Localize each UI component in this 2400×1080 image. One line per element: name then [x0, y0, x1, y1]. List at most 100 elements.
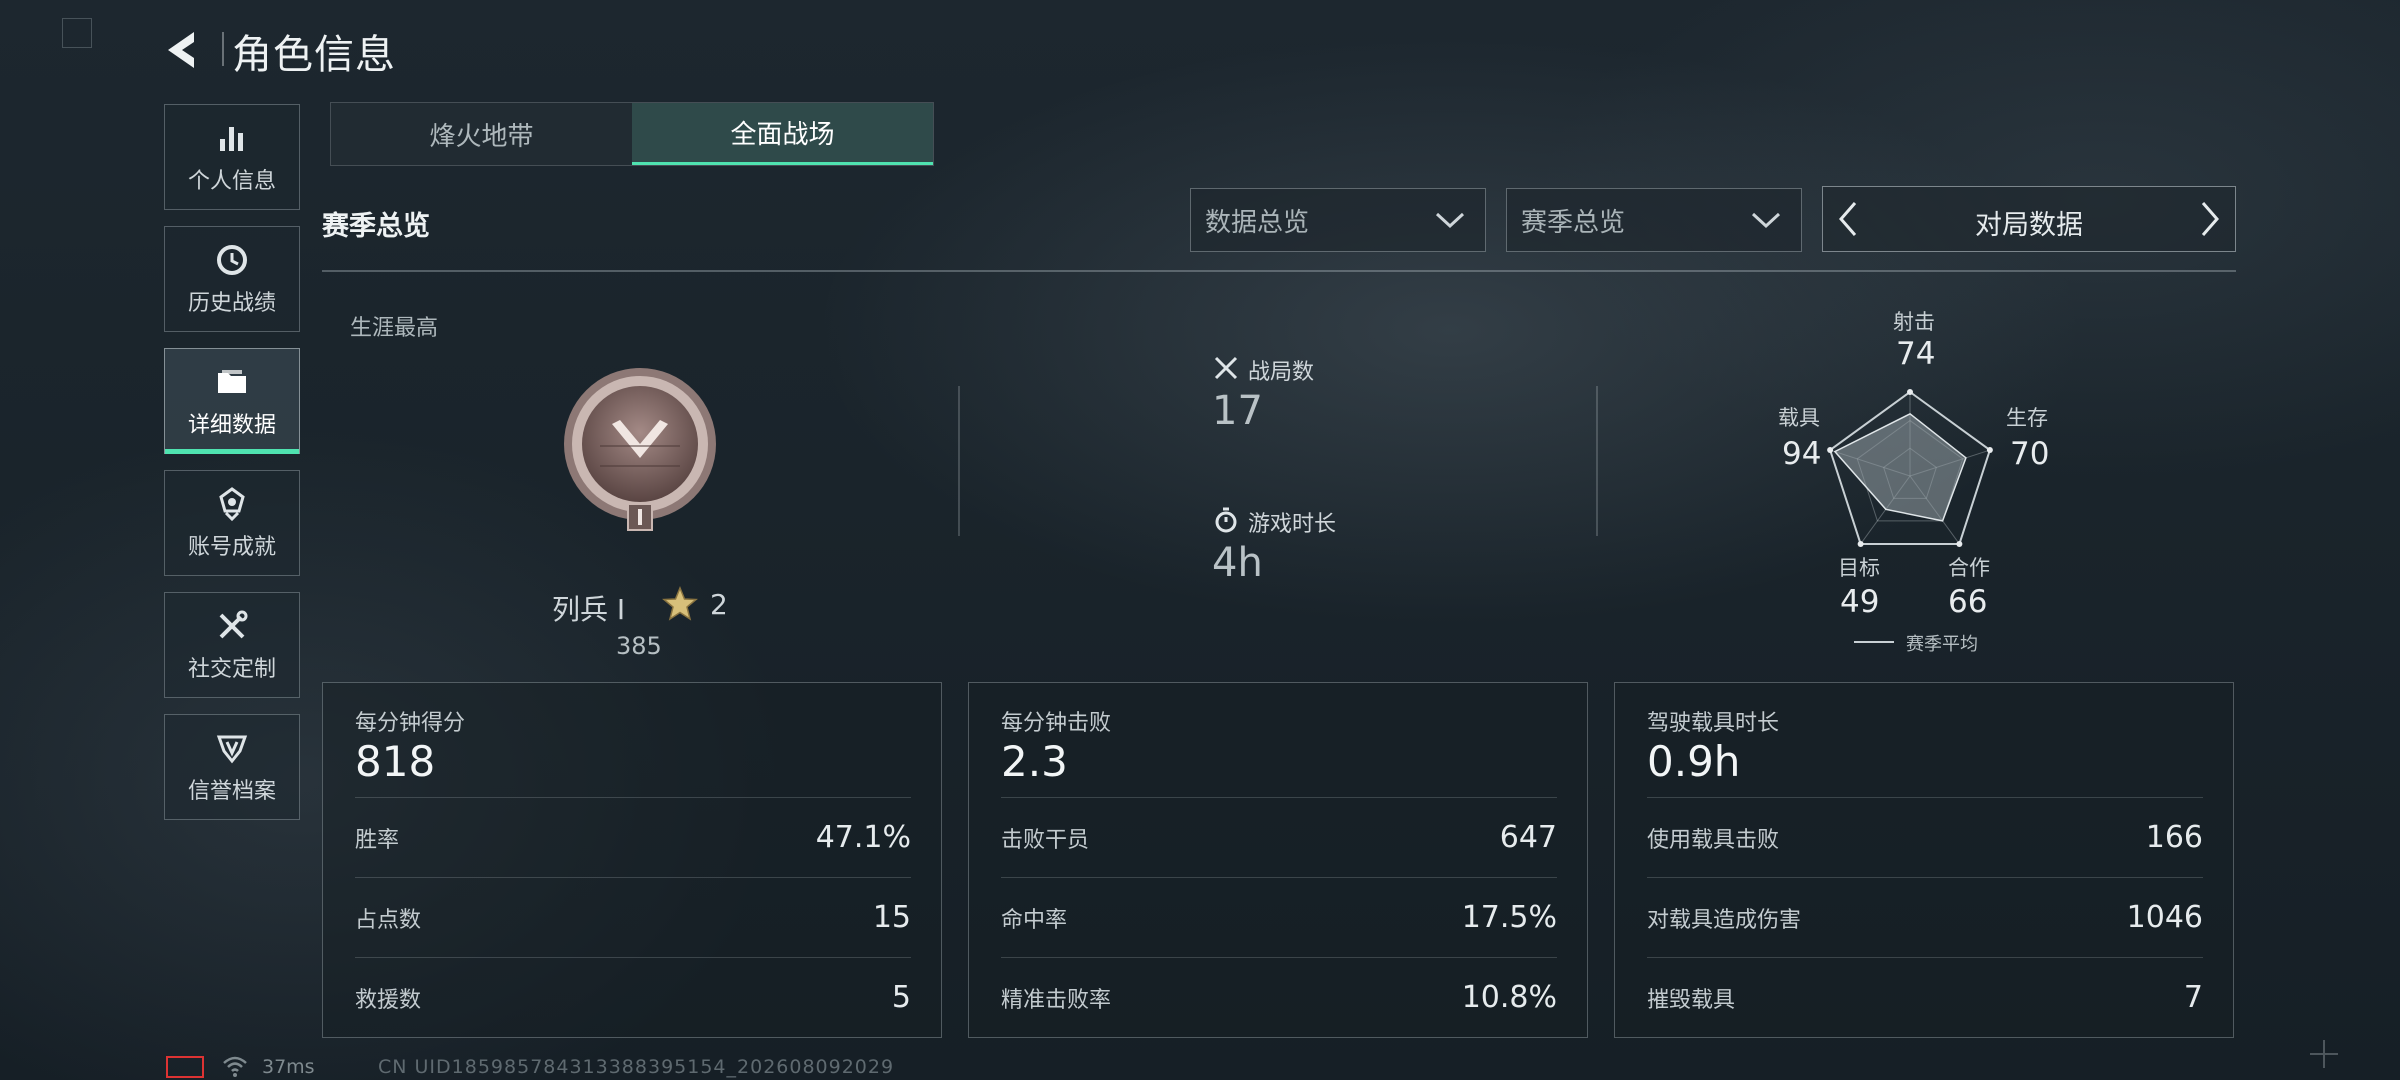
page-title: 角色信息	[232, 32, 396, 78]
card-row: 救援数 5	[355, 957, 911, 1037]
battery-icon	[166, 1056, 204, 1078]
radar-label-shooting: 射击	[1893, 310, 1935, 334]
folder-icon	[218, 370, 246, 393]
column-divider	[958, 386, 960, 536]
playtime-label: 游戏时长	[1248, 512, 1337, 537]
radar-chart	[1827, 389, 1993, 547]
radar-value-shooting: 74	[1896, 336, 1936, 372]
back-arrow-icon	[168, 32, 194, 68]
kills-card: 每分钟击败 2.3 击败干员 647 命中率 17.5% 精准击败率 10.8%	[968, 682, 1588, 1038]
match-data-pager: 对局数据	[1822, 186, 2236, 252]
clock-icon	[217, 245, 247, 275]
row-label: 对载具造成伤害	[1647, 907, 1802, 933]
row-label: 救援数	[355, 987, 422, 1013]
sidebar-item-label: 历史战绩	[187, 291, 276, 316]
rank-star-count: 2	[710, 588, 728, 621]
tab-full-battlefield[interactable]: 全面战场	[632, 103, 933, 165]
card-row: 胜率 47.1%	[355, 797, 911, 877]
season-overview-dropdown[interactable]: 赛季总览	[1506, 188, 1802, 252]
radar-vertex-dot	[1907, 389, 1913, 395]
card-row: 精准击败率 10.8%	[1001, 957, 1557, 1037]
radar-vertex-dot	[1956, 540, 1963, 547]
row-value: 17.5%	[1461, 900, 1557, 935]
radar-value-polygon	[1833, 412, 1967, 522]
radar-label-objective: 目标	[1838, 556, 1880, 580]
card-header-value: 0.9h	[1647, 737, 1741, 786]
pager-label: 对局数据	[1975, 210, 2083, 241]
row-value: 647	[1499, 820, 1557, 855]
rank-points: 385	[616, 632, 662, 660]
data-overview-dropdown[interactable]: 数据总览	[1190, 188, 1486, 252]
sidebar-item-social[interactable]: 社交定制	[164, 592, 300, 698]
card-row: 使用载具击败 166	[1647, 797, 2203, 877]
radar-vertex-dot	[1857, 540, 1864, 547]
career-best-label: 生涯最高	[350, 316, 439, 341]
user-uid: CN UID18598578431338839515​4_20260809202…	[378, 1056, 895, 1078]
radar-value-vehicle: 94	[1782, 436, 1822, 472]
sidebar-item-label: 个人信息	[187, 169, 276, 194]
sidebar-item-label: 详细数据	[187, 413, 276, 438]
card-header-label: 驾驶载具时长	[1647, 711, 1780, 736]
corner-frame	[62, 18, 92, 48]
card-header-label: 每分钟得分	[355, 711, 466, 736]
sidebar-item-history[interactable]: 历史战绩	[164, 226, 300, 332]
legend-label: 赛季平均	[1906, 634, 1978, 655]
rank-name: 列兵 I	[552, 593, 626, 626]
chevron-down-icon	[1435, 212, 1465, 229]
sidebar-item-personal-info[interactable]: 个人信息	[164, 104, 300, 210]
card-row: 击败干员 647	[1001, 797, 1557, 877]
tab-warzone[interactable]: 烽火地带	[331, 103, 632, 165]
chevron-down-icon	[1751, 212, 1781, 229]
back-button[interactable]	[160, 22, 222, 78]
column-divider	[1596, 386, 1598, 536]
playtime-value: 4h	[1212, 540, 1263, 586]
crossed-swords-icon	[1214, 356, 1238, 380]
row-value: 5	[891, 980, 911, 1015]
stopwatch-icon	[1215, 507, 1237, 533]
star-icon	[662, 586, 698, 621]
row-value: 1046	[2126, 900, 2203, 935]
matches-value: 17	[1212, 388, 1263, 434]
wifi-icon	[223, 1056, 247, 1077]
dropdown-value: 数据总览	[1205, 207, 1310, 238]
row-label: 精准击败率	[1001, 987, 1112, 1013]
rank-badge-icon	[564, 368, 716, 531]
radar-value-objective: 49	[1840, 584, 1880, 620]
row-label: 击败干员	[1001, 827, 1090, 853]
row-value: 166	[2145, 820, 2203, 855]
tools-icon	[219, 610, 248, 639]
row-label: 命中率	[1001, 907, 1068, 933]
card-row: 对载具造成伤害 1046	[1647, 877, 2203, 957]
crosshair-icon	[2310, 1040, 2338, 1068]
bar-chart-icon	[220, 127, 243, 151]
row-label: 胜率	[355, 827, 400, 853]
radar-value-teamwork: 66	[1948, 584, 1988, 620]
sidebar-item-label: 信誉档案	[187, 779, 276, 804]
radar-label-vehicle: 载具	[1778, 406, 1820, 430]
section-divider	[322, 270, 2236, 272]
shield-icon	[216, 735, 248, 764]
score-card: 每分钟得分 818 胜率 47.1% 占点数 15 救援数 5	[322, 682, 942, 1038]
chevron-right-icon[interactable]	[2197, 199, 2223, 239]
card-header-label: 每分钟击败	[1001, 711, 1112, 736]
dropdown-value: 赛季总览	[1521, 207, 1626, 238]
matches-label: 战局数	[1248, 360, 1315, 385]
row-value: 47.1%	[815, 820, 911, 855]
sidebar-item-label: 账号成就	[187, 535, 276, 560]
sidebar-item-achievements[interactable]: 账号成就	[164, 470, 300, 576]
card-row: 命中率 17.5%	[1001, 877, 1557, 957]
medal-icon	[219, 487, 245, 522]
ping-readout: 37ms	[262, 1056, 315, 1078]
radar-label-teamwork: 合作	[1948, 556, 1990, 580]
row-value: 15	[872, 900, 911, 935]
vehicle-card: 驾驶载具时长 0.9h 使用载具击败 166 对载具造成伤害 1046 摧毁载具 7	[1614, 682, 2234, 1038]
card-row: 占点数 15	[355, 877, 911, 957]
radar-value-survival: 70	[2010, 436, 2050, 472]
title-divider	[222, 32, 224, 66]
sidebar-item-reputation[interactable]: 信誉档案	[164, 714, 300, 820]
card-row: 摧毁载具 7	[1647, 957, 2203, 1037]
sidebar-item-detailed-data[interactable]: 详细数据	[164, 348, 300, 454]
row-label: 占点数	[355, 907, 422, 933]
row-label: 使用载具击败	[1647, 827, 1780, 853]
radar-vertex-dot	[1827, 447, 1834, 454]
